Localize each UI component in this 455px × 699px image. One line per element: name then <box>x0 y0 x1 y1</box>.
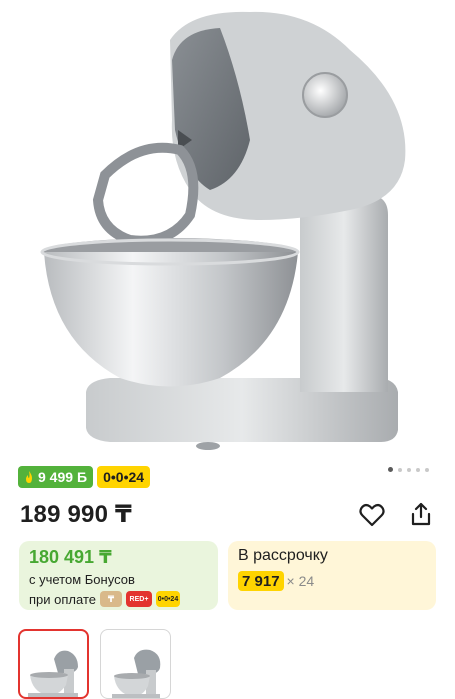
installment-title: В рассрочку <box>238 547 328 564</box>
thumbnail-strip <box>18 629 171 699</box>
pagination-dot[interactable] <box>416 467 420 472</box>
share-icon <box>411 502 431 526</box>
pagination-dot[interactable] <box>388 467 393 472</box>
flame-icon <box>26 470 32 483</box>
installment-badge: 0•0•24 <box>97 466 151 488</box>
bonus-amount: 9 499 <box>38 469 74 485</box>
bonus-currency: Б <box>77 469 88 485</box>
kaspi-icon: ₸ <box>99 591 122 607</box>
thumbnail-mixer-side[interactable] <box>100 629 171 699</box>
red-plus-icon: RED+ <box>125 591 152 607</box>
payment-methods: при оплате ₸ RED+ 0•0•24 <box>29 591 208 607</box>
favorite-button[interactable] <box>357 500 387 530</box>
heart-icon <box>359 503 385 527</box>
bonus-price-card[interactable]: 180 491 ₸ с учетом Бонусов при оплате ₸ … <box>19 541 218 610</box>
product-price: 189 990 ₸ <box>20 501 132 528</box>
bonus-badge: 9 499 Б <box>18 466 94 488</box>
share-button[interactable] <box>406 499 436 529</box>
thumbnail-mixer-front[interactable] <box>18 629 89 699</box>
mixer-thumbnail-image <box>111 649 160 698</box>
promo-badges: 9 499 Б 0•0•24 <box>18 466 151 488</box>
payment-caption: при оплате <box>29 591 96 607</box>
installment-card[interactable]: В рассрочку 7 917 × 24 <box>228 541 436 610</box>
bonus-caption: с учетом Бонусов <box>29 572 135 587</box>
pagination-dot[interactable] <box>407 467 411 472</box>
gallery-pagination <box>388 467 429 472</box>
pagination-dot[interactable] <box>425 467 429 472</box>
pagination-dot[interactable] <box>398 467 402 472</box>
installment-row: 7 917 × 24 <box>238 571 426 591</box>
product-image[interactable] <box>0 0 455 460</box>
mixer-thumbnail-image <box>27 650 78 697</box>
bonus-price: 180 491 ₸ <box>29 547 112 567</box>
installment-icon: 0•0•24 <box>155 591 180 607</box>
installment-multiplier: × 24 <box>286 573 315 589</box>
installment-amount: 7 917 <box>238 571 284 591</box>
